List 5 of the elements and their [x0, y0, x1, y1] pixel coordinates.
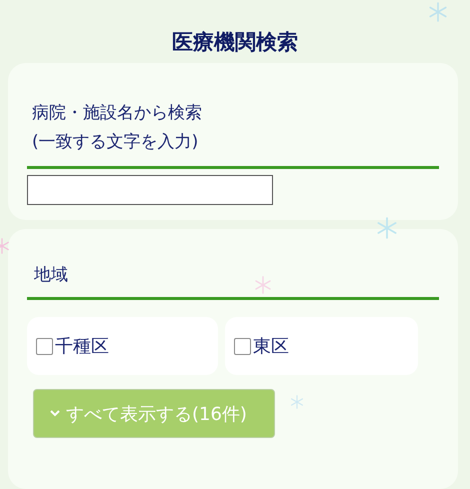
checkbox-label[interactable]: 東区	[253, 334, 289, 358]
page-title: 医療機関検索	[172, 29, 298, 56]
section-heading: 地域	[34, 264, 68, 287]
checkbox-label[interactable]: 千種区	[55, 334, 109, 358]
field-label: 病院・施設名から検索 (一致する文字を入力)	[32, 102, 203, 154]
